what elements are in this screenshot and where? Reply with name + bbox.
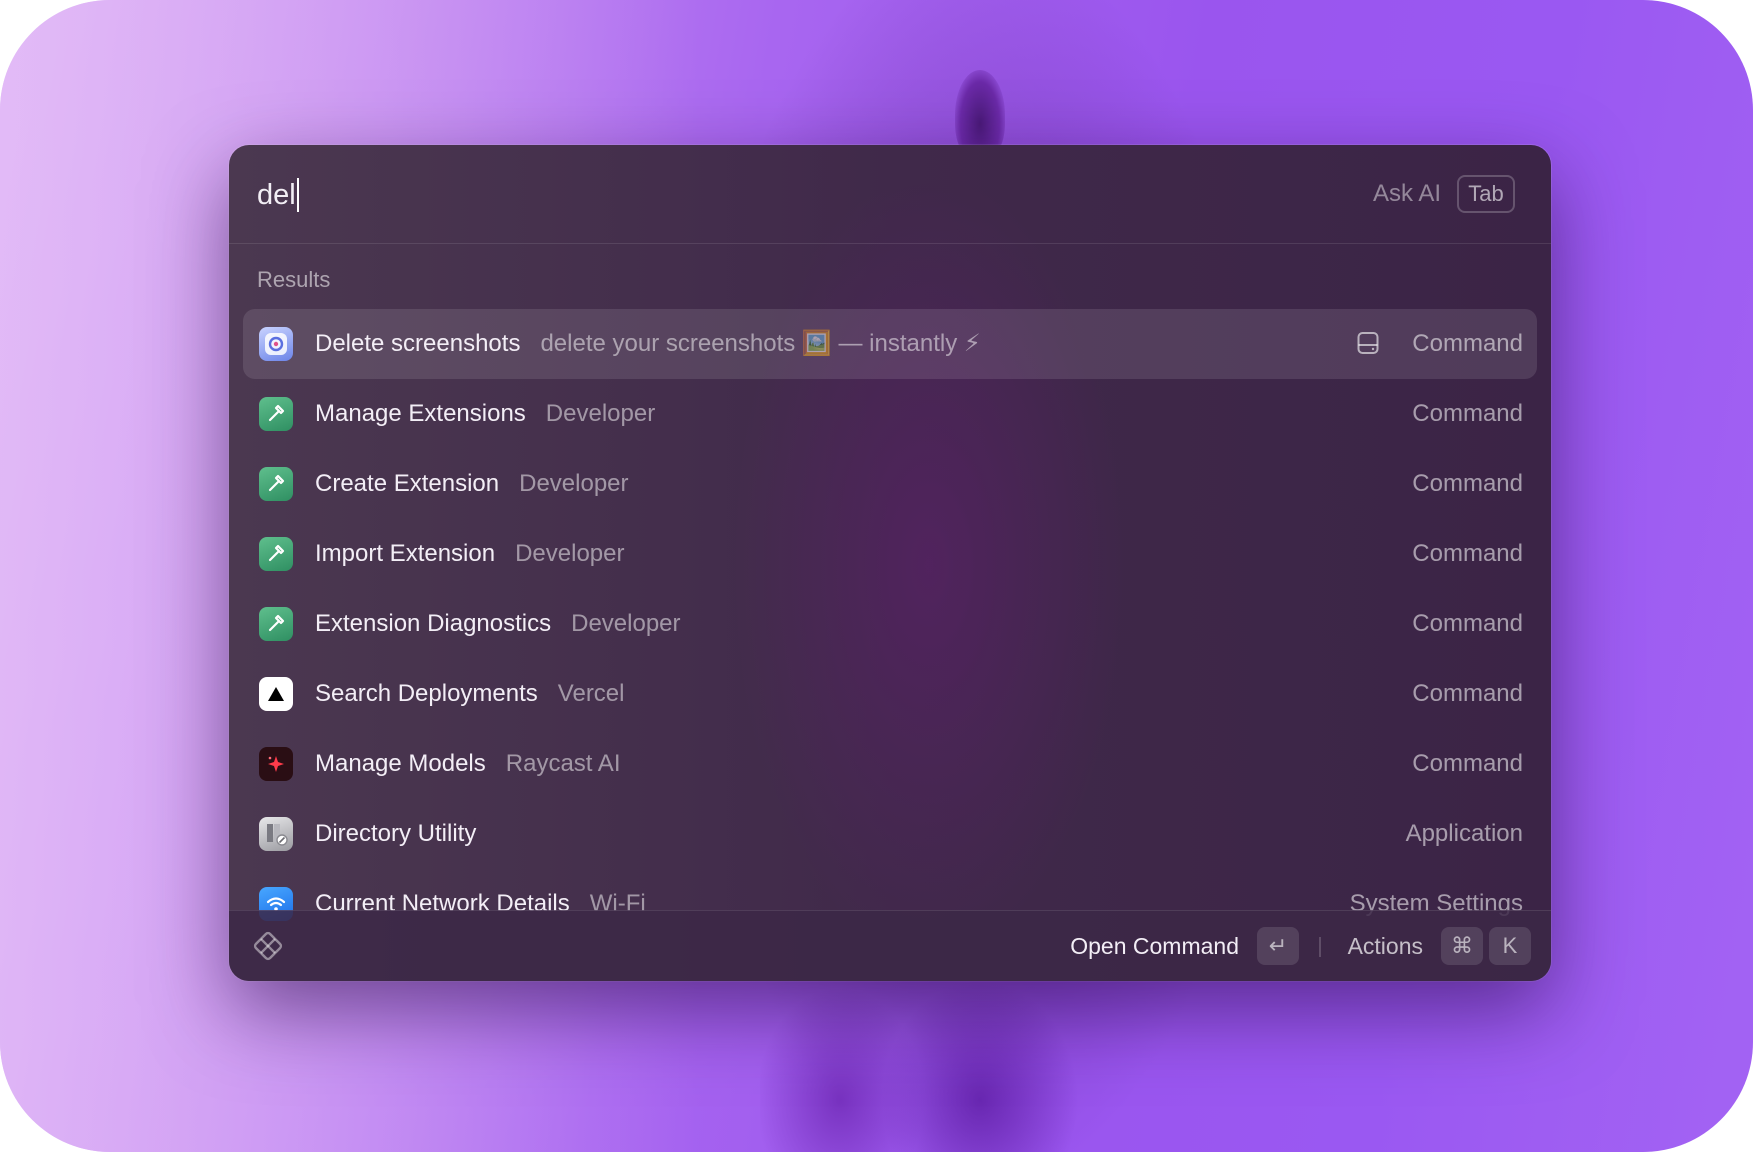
result-type: Application bbox=[1405, 820, 1523, 847]
results-list: Delete screenshots delete your screenshot… bbox=[243, 309, 1537, 981]
result-type: Command bbox=[1412, 750, 1523, 777]
result-title: Manage Extensions Developer bbox=[315, 379, 655, 449]
result-row[interactable]: Import Extension Developer Command bbox=[243, 519, 1537, 589]
desktop-wallpaper: Ask AI Tab Results Delete screenshots del… bbox=[0, 0, 1753, 1152]
enter-key-hint: ↵ bbox=[1257, 927, 1299, 965]
result-type: Command bbox=[1412, 610, 1523, 637]
ask-ai-label[interactable]: Ask AI bbox=[1373, 177, 1441, 211]
result-subtitle: Developer bbox=[515, 540, 625, 567]
result-title: Extension Diagnostics Developer bbox=[315, 589, 681, 659]
result-title-text: Manage Extensions bbox=[315, 400, 526, 427]
result-type: Command bbox=[1412, 400, 1523, 427]
result-title: Search Deployments Vercel bbox=[315, 659, 624, 729]
result-title-text: Manage Models bbox=[315, 750, 486, 777]
result-row[interactable]: Extension Diagnostics Developer Command bbox=[243, 589, 1537, 659]
result-subtitle: Vercel bbox=[557, 680, 625, 707]
result-title-text: Extension Diagnostics bbox=[315, 610, 552, 637]
result-row[interactable]: Manage Extensions Developer Command bbox=[243, 379, 1537, 449]
result-title: Import Extension Developer bbox=[315, 519, 625, 589]
result-type: Command bbox=[1412, 470, 1523, 497]
screenshot-icon bbox=[259, 327, 293, 361]
actions-button[interactable]: Actions bbox=[1348, 911, 1423, 981]
developer-hammer-icon bbox=[259, 537, 293, 571]
command-key-hint: ⌘ bbox=[1441, 927, 1483, 965]
result-row[interactable]: Search Deployments Vercel Command bbox=[243, 659, 1537, 729]
result-title: Manage Models Raycast AI bbox=[315, 729, 620, 799]
open-command-button[interactable]: Open Command bbox=[1070, 911, 1239, 981]
result-title: Directory Utility bbox=[315, 799, 476, 869]
results-section-title: Results bbox=[257, 267, 331, 292]
result-title: Create Extension Developer bbox=[315, 449, 629, 519]
result-subtitle: Developer bbox=[571, 610, 681, 637]
result-title: Delete screenshots delete your screenshot… bbox=[315, 309, 981, 379]
text-caret bbox=[297, 178, 299, 212]
result-row[interactable]: Create Extension Developer Command bbox=[243, 449, 1537, 519]
raycast-logo-icon bbox=[253, 931, 283, 961]
developer-hammer-icon bbox=[259, 467, 293, 501]
result-title-text: Import Extension bbox=[315, 540, 496, 567]
result-title-text: Directory Utility bbox=[315, 820, 477, 847]
directory-utility-icon bbox=[259, 817, 293, 851]
result-title-text: Search Deployments bbox=[315, 680, 538, 707]
launcher-window: Ask AI Tab Results Delete screenshots del… bbox=[229, 145, 1551, 981]
result-title-text: Delete screenshots bbox=[315, 330, 521, 357]
raycast-ai-sparkle-icon bbox=[259, 747, 293, 781]
result-row[interactable]: Directory Utility Application bbox=[243, 799, 1537, 869]
search-input[interactable] bbox=[257, 175, 1157, 215]
result-type: Command bbox=[1412, 680, 1523, 707]
tab-key-hint: Tab bbox=[1457, 175, 1515, 213]
vercel-triangle-icon bbox=[259, 677, 293, 711]
footer-divider bbox=[1319, 937, 1321, 957]
result-subtitle: delete your screenshots 🖼️ — instantly ⚡ bbox=[540, 330, 981, 357]
result-subtitle: Developer bbox=[519, 470, 629, 497]
wallpaper-plant-bottom bbox=[760, 980, 1090, 1152]
result-type: Command bbox=[1412, 540, 1523, 567]
action-bar: Open Command ↵ Actions ⌘ K bbox=[229, 910, 1551, 981]
result-row[interactable]: Manage Models Raycast AI Command bbox=[243, 729, 1537, 799]
result-title-text: Create Extension bbox=[315, 470, 500, 497]
search-bar: Ask AI Tab bbox=[229, 145, 1551, 244]
result-subtitle: Raycast AI bbox=[505, 750, 621, 777]
result-subtitle: Developer bbox=[545, 400, 656, 427]
hard-drive-icon bbox=[1357, 332, 1379, 354]
k-key-hint: K bbox=[1489, 927, 1531, 965]
result-row[interactable]: Delete screenshots delete your screenshot… bbox=[243, 309, 1537, 379]
developer-hammer-icon bbox=[259, 397, 293, 431]
result-type: Command bbox=[1412, 330, 1523, 357]
developer-hammer-icon bbox=[259, 607, 293, 641]
